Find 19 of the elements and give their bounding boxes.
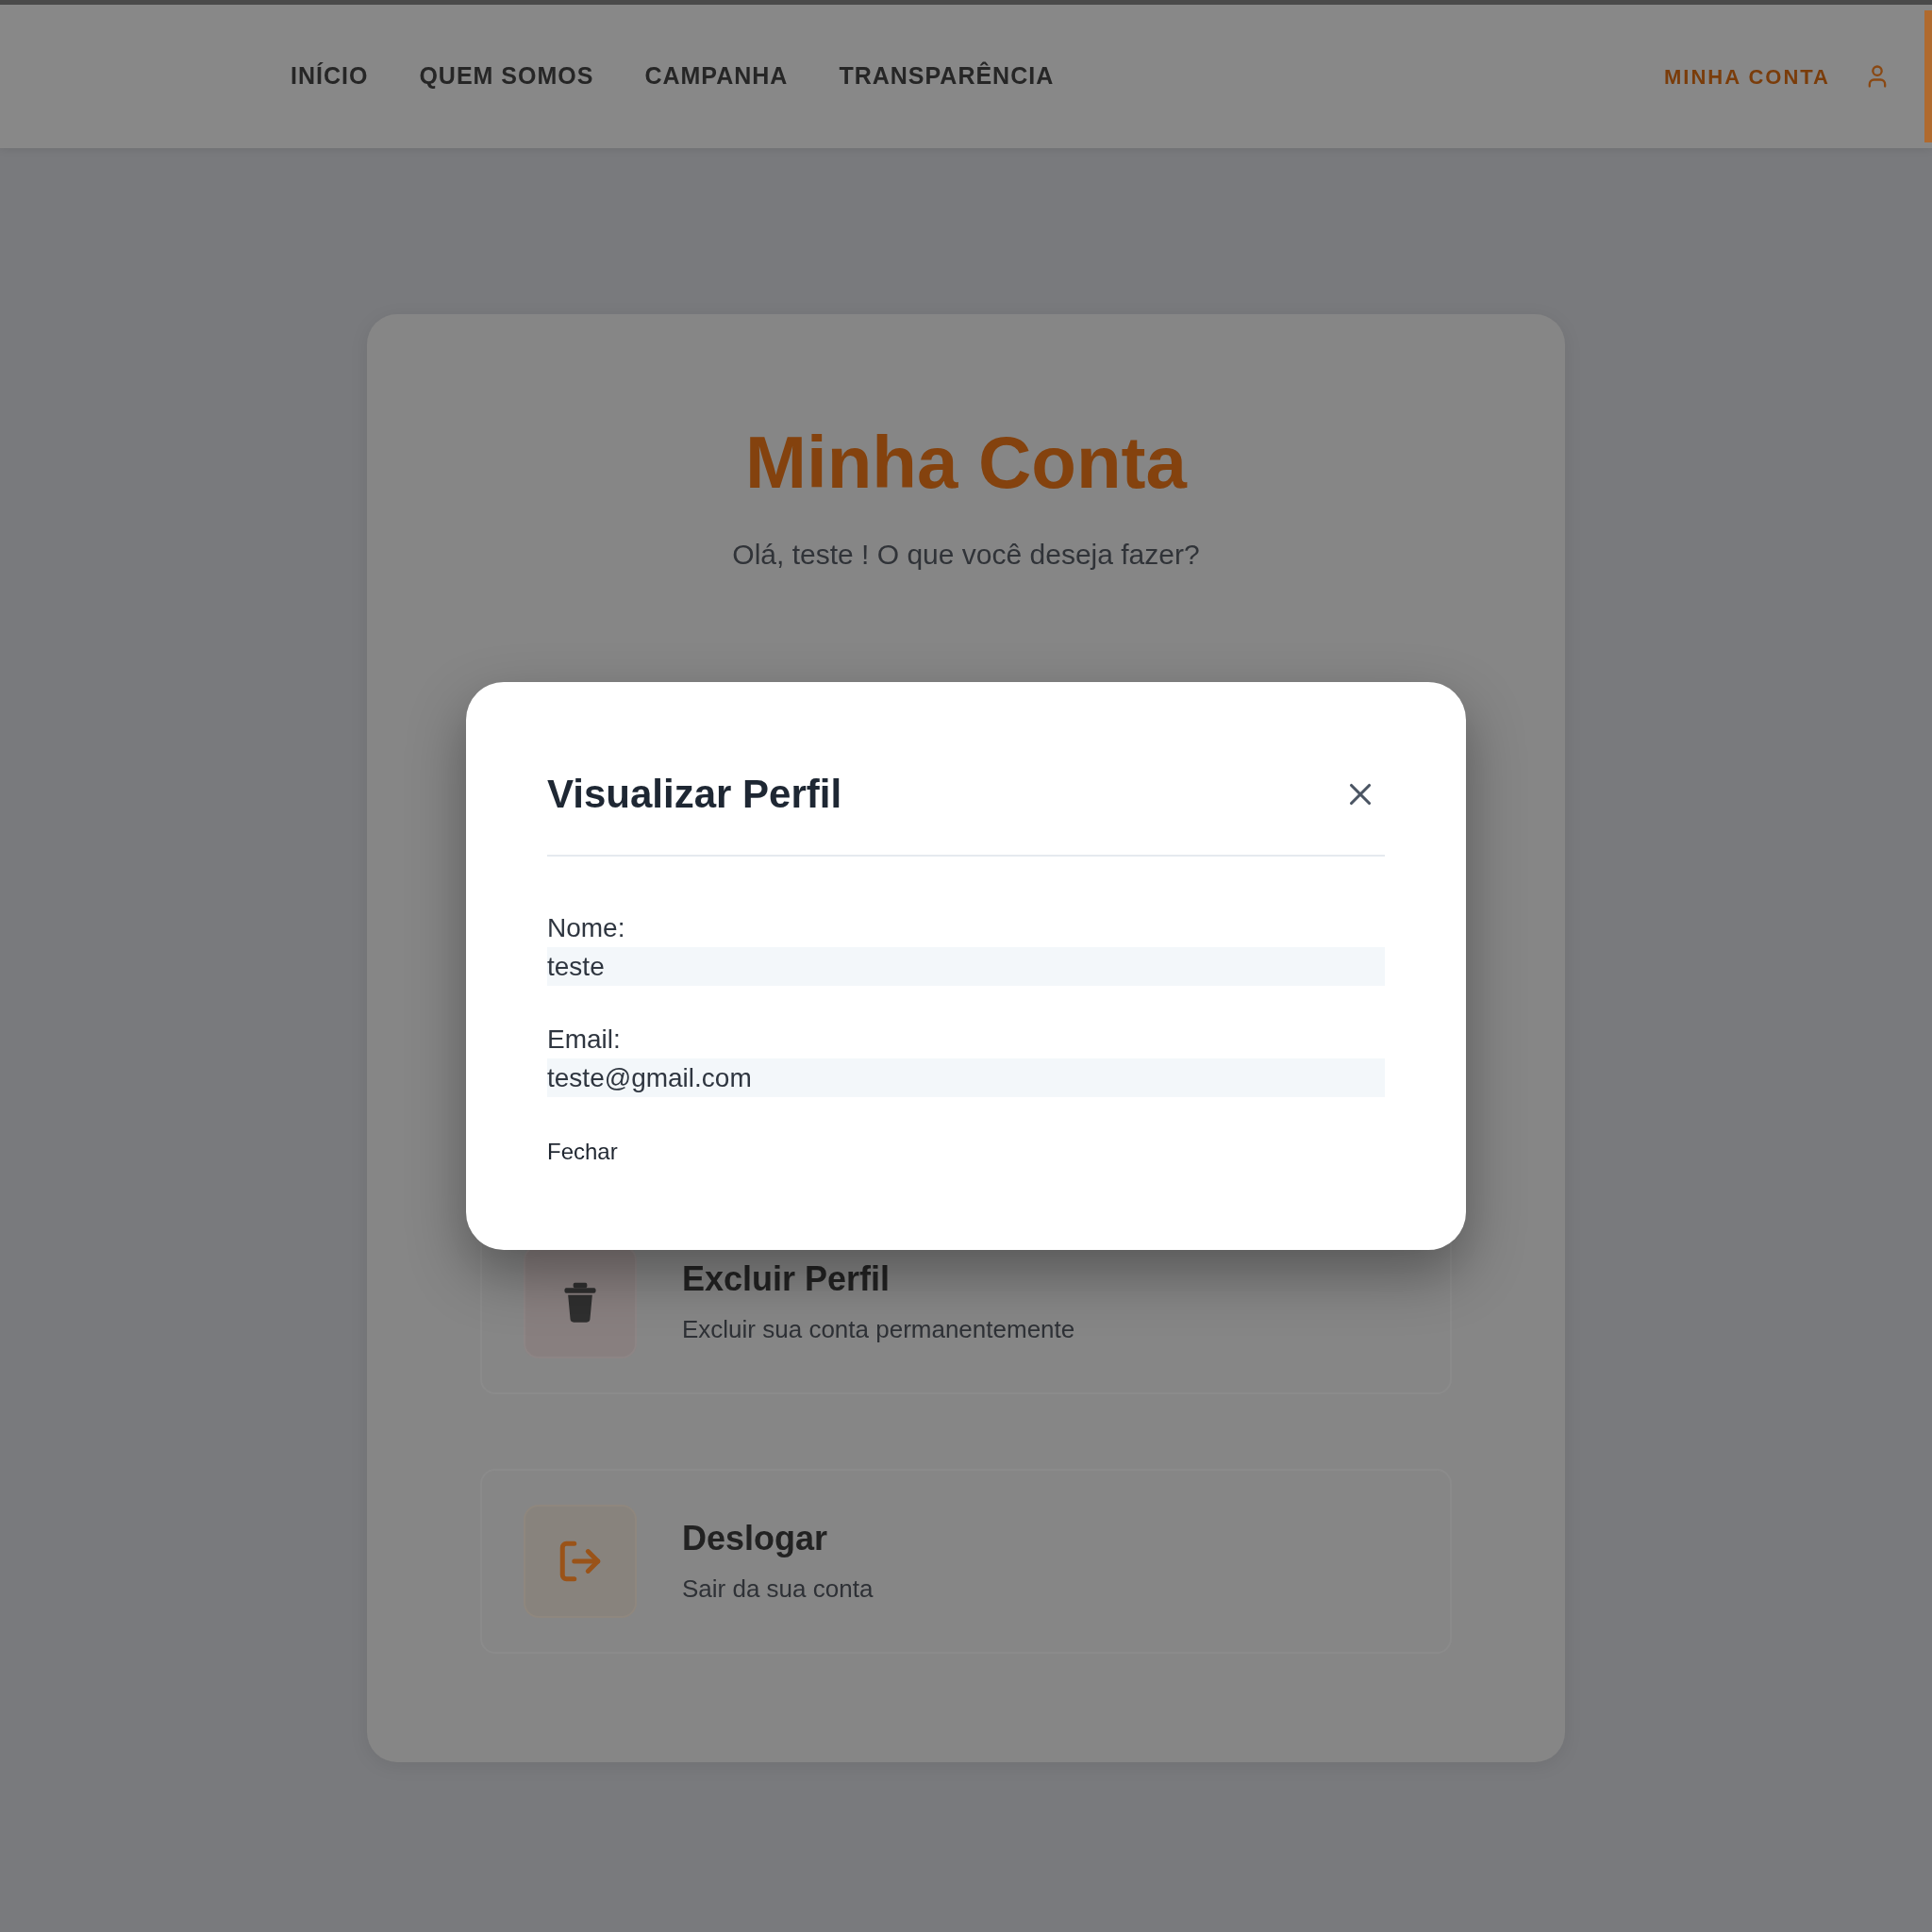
close-text-button[interactable]: Fechar [547,1139,618,1165]
account-option[interactable]: Deslogar Sair da sua conta [480,1469,1452,1654]
greeting-text: Olá, teste ! O que você deseja fazer? [732,541,1200,569]
nav-link[interactable]: QUEM SOMOS [419,58,594,94]
dialog-title: Visualizar Perfil [547,774,842,814]
option-description: Sair da sua conta [682,1576,874,1601]
option-title: Excluir Perfil [682,1262,891,1296]
value-field: teste@gmail.com [547,1058,1385,1097]
field-label: Nome: [547,912,625,944]
nav-link[interactable]: INÍCIO [291,58,369,94]
option-title: Deslogar [682,1522,829,1556]
logout-icon [524,1505,637,1618]
option-description: Excluir sua conta permanentemente [682,1317,1075,1341]
page-title: Minha Conta [745,425,1187,499]
nav-link[interactable]: CAMPANHA [644,58,789,94]
field-label: Email: [547,1024,621,1056]
nav-link[interactable]: TRANSPARÊNCIA [839,58,1055,94]
value-field: teste [547,947,1385,986]
account-link[interactable]: MINHA CONTA [1664,60,1830,92]
